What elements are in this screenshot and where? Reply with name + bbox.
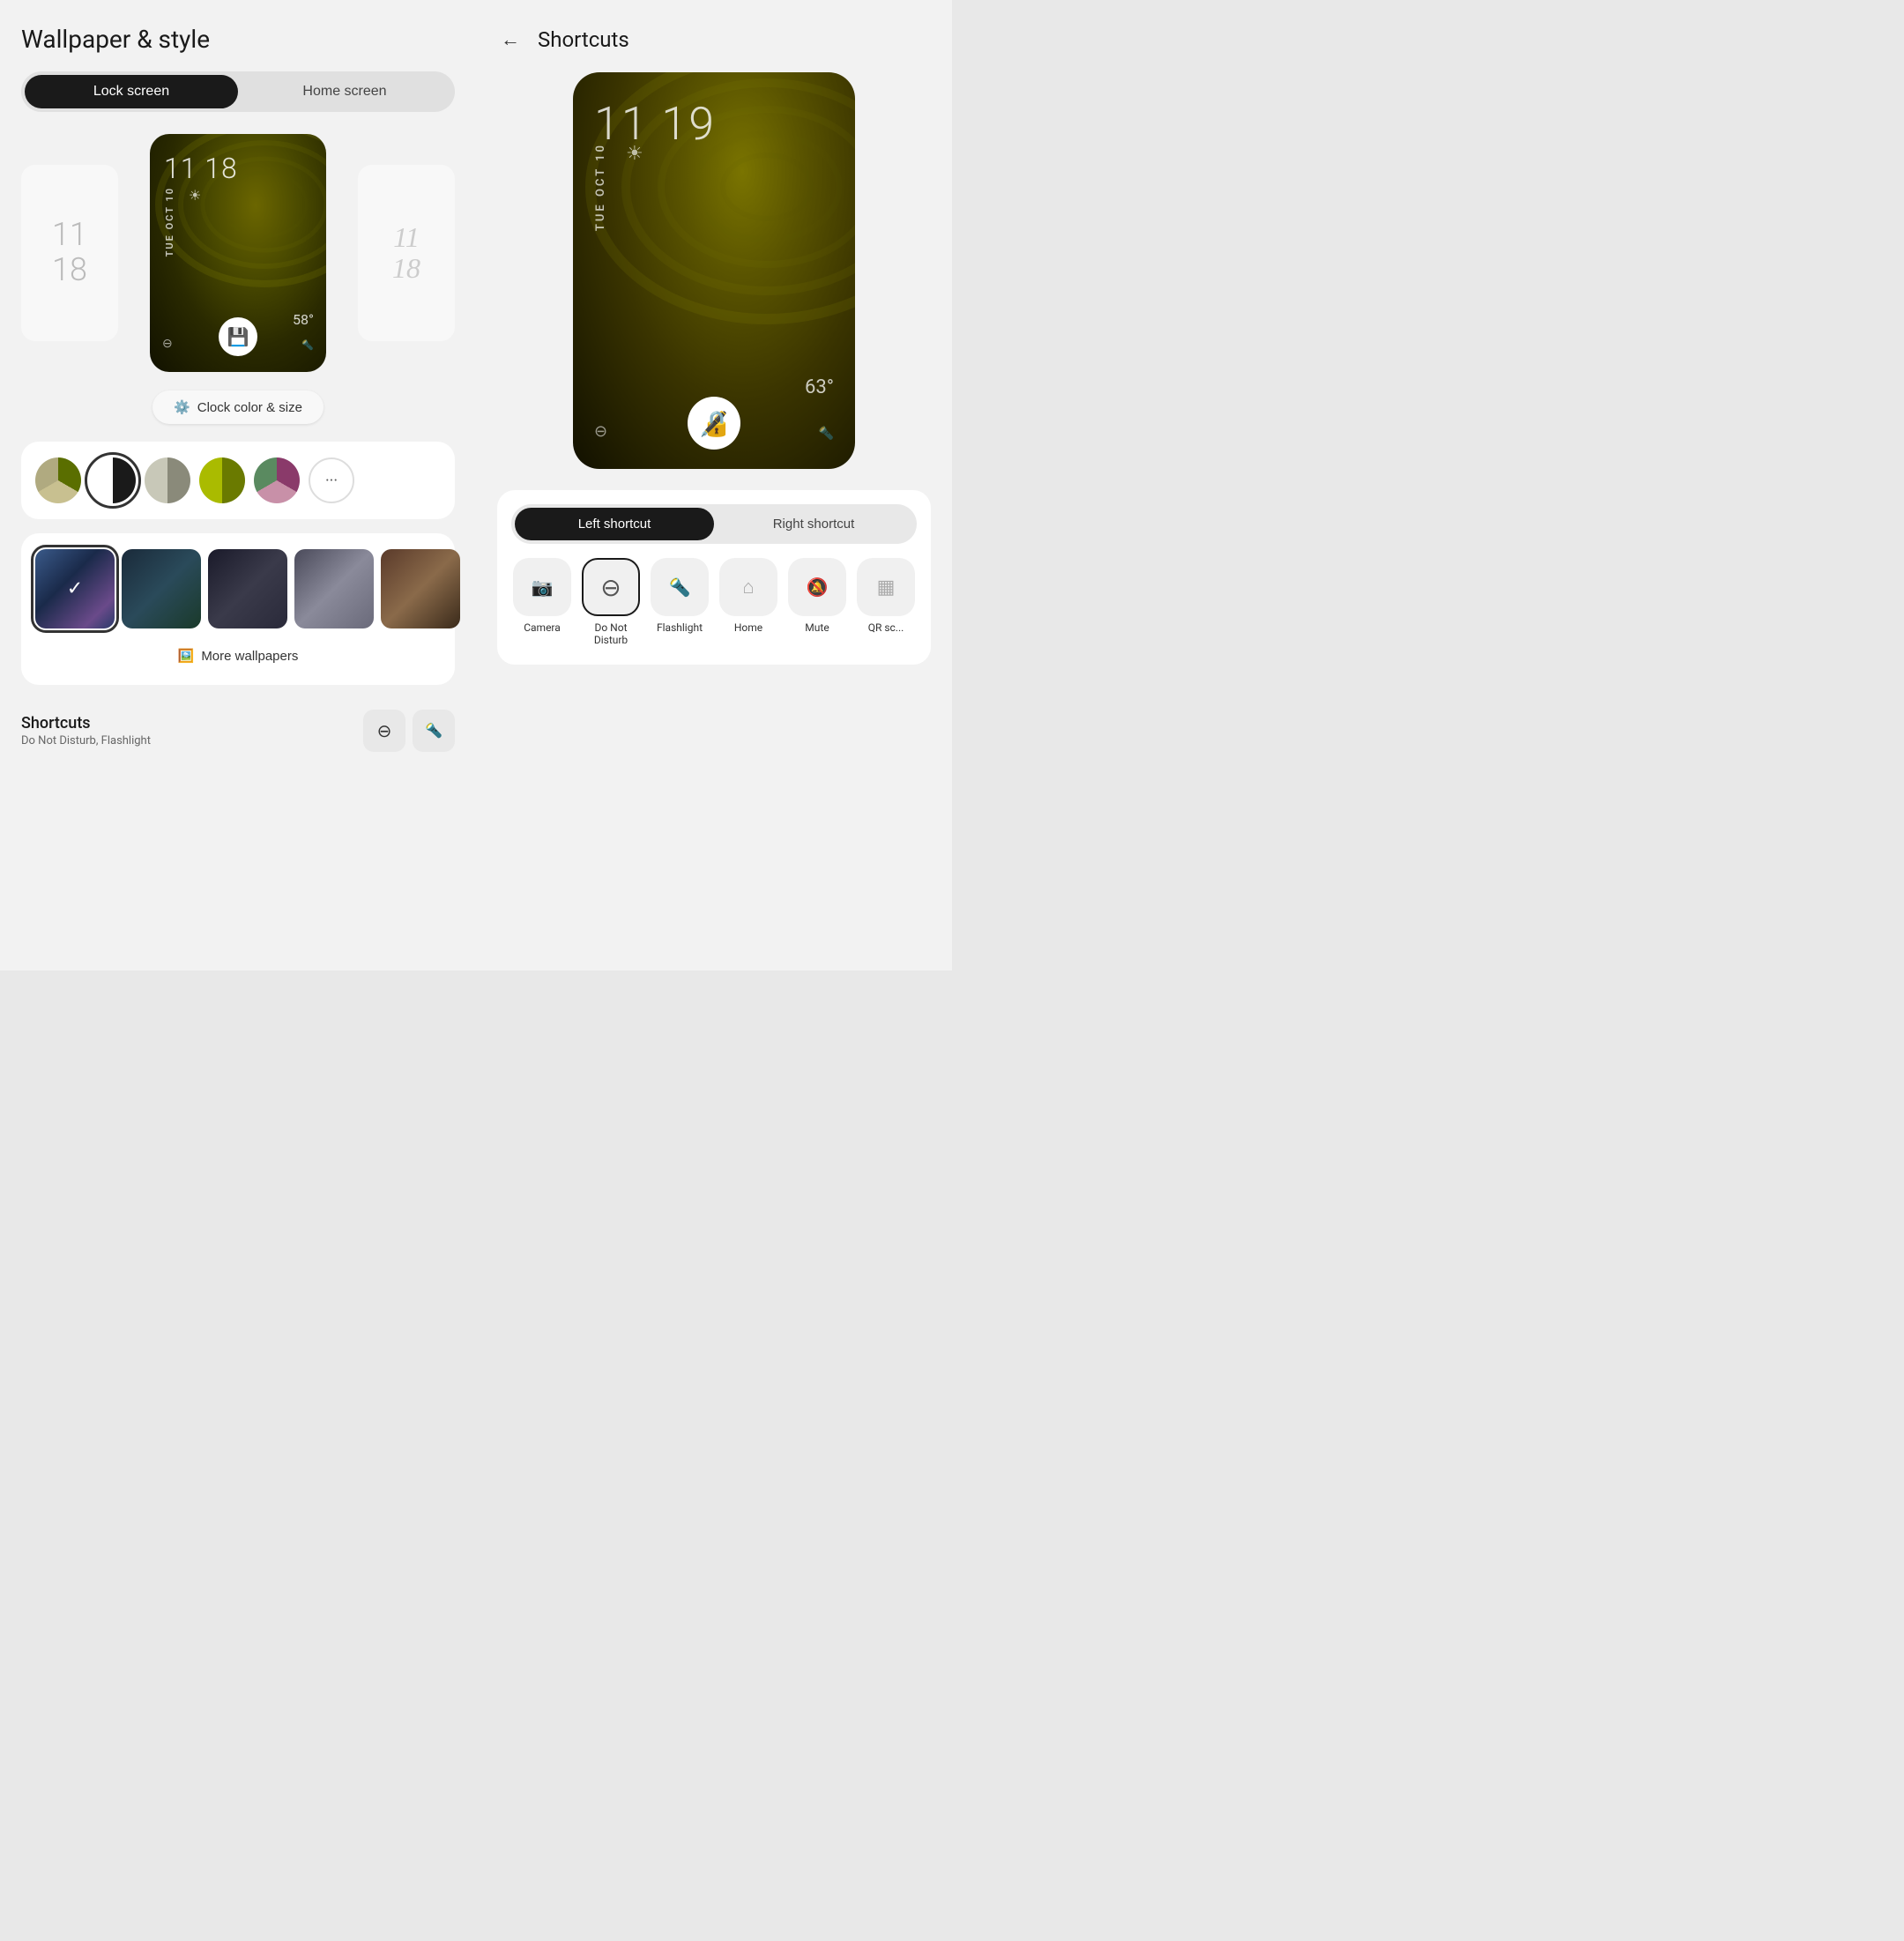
shortcut-options-row: 📷 Camera ⊖ Do Not Disturb 🔦 Flashlight ⌂… [511, 558, 917, 651]
wallpaper-thumb-2[interactable] [122, 549, 201, 628]
phone-temp: 58° [293, 311, 314, 328]
flashlight-shortcut-label: Flashlight [657, 621, 703, 634]
shortcuts-section: Shortcuts Do Not Disturb, Flashlight ⊖ 🔦 [21, 703, 455, 759]
shortcut-tab-row: Left shortcut Right shortcut [511, 504, 917, 544]
home-shortcut-label: Home [734, 621, 762, 634]
clock-settings-label: Clock color & size [197, 400, 302, 415]
qr-shortcut-icon: ▦ [857, 558, 915, 616]
large-phone-shortcut-right: 🔦 [819, 427, 834, 441]
shortcut-option-mute[interactable]: 🔕 Mute [786, 558, 848, 647]
do-not-disturb-shortcut-label: Do Not Disturb [580, 621, 642, 647]
qr-shortcut-label: QR sc... [868, 621, 904, 634]
shortcuts-icons-area: ⊖ 🔦 [363, 710, 455, 752]
clock-color-size-button[interactable]: ⚙️ Clock color & size [152, 390, 324, 424]
shortcut-option-do-not-disturb[interactable]: ⊖ Do Not Disturb [580, 558, 642, 647]
more-wallpapers-label: More wallpapers [201, 649, 298, 664]
phone-shortcut-left-icon: ⊖ [162, 337, 173, 351]
home-shortcut-icon: ⌂ [719, 558, 777, 616]
large-phone-date: TUE OCT 10 [594, 143, 607, 231]
phone-mockup-main: 11 18 TUE OCT 10 ☀ 58° 💾 ⊖ 🔦 [150, 134, 326, 372]
large-phone-fingerprint-icon: 🔏 [688, 397, 740, 450]
shortcut-option-home[interactable]: ⌂ Home [718, 558, 779, 647]
camera-shortcut-icon: 📷 [513, 558, 571, 616]
shortcut-option-camera[interactable]: 📷 Camera [511, 558, 573, 647]
phone-wallpaper: 11 18 TUE OCT 10 ☀ 58° 💾 ⊖ 🔦 [150, 134, 326, 372]
swatch-5[interactable] [254, 457, 300, 503]
selected-check-icon: ✓ [67, 578, 83, 600]
page-title: Wallpaper & style [21, 25, 455, 54]
wallpaper-thumb-4[interactable] [294, 549, 374, 628]
clock-style-right[interactable]: 1118 [358, 165, 455, 341]
camera-shortcut-label: Camera [524, 621, 561, 634]
back-button[interactable]: ← [497, 25, 524, 55]
phone-weather-icon: ☀ [189, 187, 201, 204]
wallpaper-thumb-1[interactable]: ✓ [35, 549, 115, 628]
gear-icon: ⚙️ [174, 399, 190, 415]
more-swatches-button[interactable]: ··· [309, 457, 354, 503]
tab-left-shortcut[interactable]: Left shortcut [515, 508, 714, 540]
do-not-disturb-shortcut-button[interactable]: ⊖ [363, 710, 405, 752]
left-panel: Wallpaper & style Lock screen Home scree… [0, 0, 476, 970]
wallpaper-thumb-3[interactable] [208, 549, 287, 628]
right-title: Shortcuts [538, 27, 629, 52]
phone-date: TUE OCT 10 [164, 187, 175, 257]
shortcuts-subtitle: Do Not Disturb, Flashlight [21, 734, 151, 747]
shortcuts-text-area: Shortcuts Do Not Disturb, Flashlight [21, 714, 151, 747]
clock-style-left[interactable]: 1118 [21, 165, 118, 341]
tab-lock-screen[interactable]: Lock screen [25, 75, 238, 108]
tab-home-screen[interactable]: Home screen [238, 75, 451, 108]
large-phone-shortcut-left: ⊖ [594, 422, 607, 441]
tab-right-shortcut[interactable]: Right shortcut [714, 508, 913, 540]
right-panel: ← Shortcuts 11 19 TUE OCT 10 ☀ 63° 🔏 ⊖ 🔦 [476, 0, 952, 970]
gallery-icon: 🖼️ [178, 648, 195, 664]
large-phone-mockup: 11 19 TUE OCT 10 ☀ 63° 🔏 ⊖ 🔦 [573, 72, 855, 469]
more-wallpapers-button[interactable]: 🖼️ More wallpapers [35, 643, 441, 669]
large-phone-weather-icon: ☀ [626, 143, 643, 165]
large-phone-temp: 63° [805, 376, 834, 398]
flashlight-shortcut-icon: 🔦 [651, 558, 709, 616]
swatch-3[interactable] [145, 457, 190, 503]
wallpaper-thumbs-card: ✓ 🖼️ More wallpapers [21, 533, 455, 685]
mute-shortcut-label: Mute [805, 621, 829, 634]
large-phone-time: 11 19 [594, 97, 716, 151]
flashlight-shortcut-button[interactable]: 🔦 [413, 710, 455, 752]
shortcut-selector-card: Left shortcut Right shortcut 📷 Camera ⊖ … [497, 490, 931, 665]
large-phone-wallpaper: 11 19 TUE OCT 10 ☀ 63° 🔏 ⊖ 🔦 [573, 72, 855, 469]
swatch-4[interactable] [199, 457, 245, 503]
phone-shortcut-right-icon: 🔦 [301, 339, 314, 351]
color-swatches-card: ··· [21, 442, 455, 519]
wallpaper-preview-area: 1118 11 18 TUE OCT 10 ☀ 58° 💾 ⊖ 🔦 [21, 130, 455, 376]
side-clock-left-text: 1118 [52, 218, 87, 287]
mute-shortcut-icon: 🔕 [788, 558, 846, 616]
right-header: ← Shortcuts [497, 25, 931, 55]
shortcut-option-flashlight[interactable]: 🔦 Flashlight [649, 558, 710, 647]
shortcuts-title: Shortcuts [21, 714, 151, 733]
wallpaper-thumb-5[interactable] [381, 549, 460, 628]
lock-home-tab-row: Lock screen Home screen [21, 71, 455, 112]
fingerprint-icon: 💾 [219, 317, 257, 356]
swatch-1[interactable] [35, 457, 81, 503]
swatch-2[interactable] [90, 457, 136, 503]
side-clock-right-text: 1118 [392, 222, 420, 284]
wallpaper-thumb-row: ✓ [35, 549, 441, 628]
do-not-disturb-shortcut-icon: ⊖ [582, 558, 640, 616]
phone-time: 11 18 [164, 152, 238, 185]
shortcut-option-qr[interactable]: ▦ QR sc... [855, 558, 917, 647]
